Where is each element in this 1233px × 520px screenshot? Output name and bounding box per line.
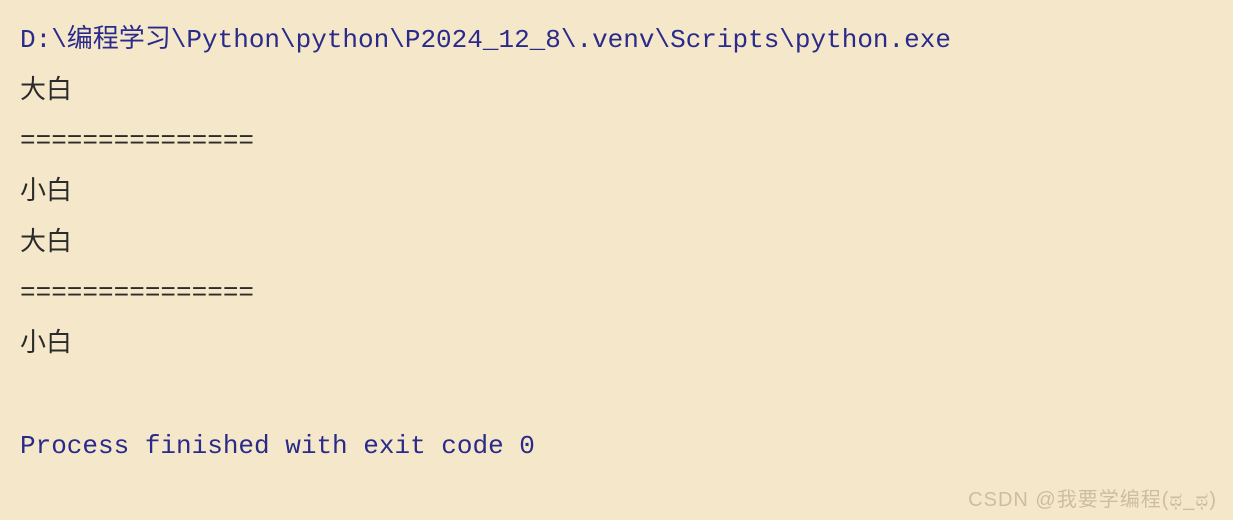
output-line: =============== bbox=[20, 116, 1213, 167]
output-line: 大白 bbox=[20, 66, 1213, 117]
exit-message: Process finished with exit code 0 bbox=[20, 421, 1213, 472]
output-line: 小白 bbox=[20, 167, 1213, 218]
output-line: 小白 bbox=[20, 319, 1213, 370]
output-line: =============== bbox=[20, 268, 1213, 319]
interpreter-path: D:\编程学习\Python\python\P2024_12_8\.venv\S… bbox=[20, 15, 1213, 66]
console-output: D:\编程学习\Python\python\P2024_12_8\.venv\S… bbox=[20, 15, 1213, 471]
output-line: 大白 bbox=[20, 218, 1213, 269]
blank-line bbox=[20, 370, 1213, 421]
watermark: CSDN @我要学编程(ಥ_ಥ) bbox=[968, 483, 1217, 512]
